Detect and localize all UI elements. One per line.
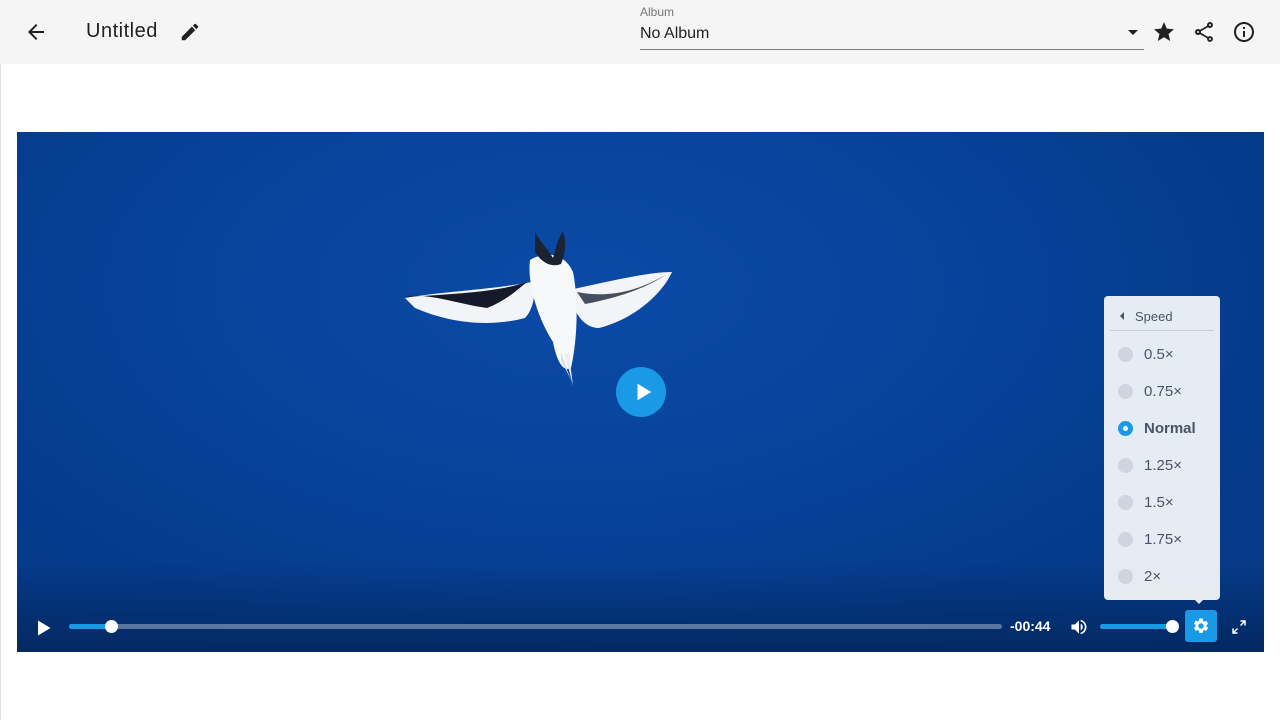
edit-title-button[interactable] [170, 12, 210, 52]
mute-button[interactable] [1066, 614, 1092, 640]
radio-icon [1118, 383, 1133, 399]
favorite-button[interactable] [1144, 12, 1184, 52]
back-button[interactable] [16, 12, 56, 52]
seek-track [69, 624, 1002, 629]
play-icon [637, 383, 651, 401]
seek-thumb[interactable] [104, 620, 118, 633]
fullscreen-icon [1232, 620, 1246, 634]
seek-slider[interactable] [69, 620, 1002, 633]
chevron-left-icon [1120, 312, 1124, 320]
star-icon [1154, 22, 1174, 41]
gear-icon [1193, 618, 1209, 633]
radio-icon [1118, 457, 1133, 473]
play-icon [38, 620, 51, 636]
speed-menu-title: Speed [1135, 308, 1173, 324]
large-play-button[interactable] [616, 367, 666, 417]
speed-option-label: 0.75× [1144, 382, 1182, 400]
radio-icon [1118, 494, 1133, 510]
radio-icon [1118, 531, 1133, 547]
info-icon [1234, 22, 1254, 42]
info-button[interactable] [1224, 12, 1264, 52]
speed-option-label: 1.25× [1144, 456, 1182, 474]
speed-option-2[interactable]: 2× [1110, 561, 1214, 591]
speed-option-label: 0.5× [1144, 345, 1174, 363]
share-button[interactable] [1184, 12, 1224, 52]
volume-slider[interactable] [1100, 620, 1179, 633]
page-divider [0, 64, 1, 720]
play-button[interactable] [29, 614, 57, 642]
page-title: Untitled [86, 20, 158, 42]
fullscreen-button[interactable] [1226, 614, 1252, 640]
radio-icon [1118, 346, 1133, 362]
speed-option-0-5[interactable]: 0.5× [1110, 339, 1214, 369]
speed-option-normal[interactable]: Normal [1110, 413, 1214, 443]
arrow-back-icon [28, 24, 44, 40]
dropdown-caret-icon [1128, 30, 1138, 35]
speed-menu-back[interactable]: Speed [1110, 302, 1214, 331]
video-player[interactable]: Speed 0.5× 0.75× Normal 1.25× 1.5× 1.75× [17, 132, 1264, 652]
share-icon [1195, 22, 1213, 42]
volume-icon [1071, 619, 1087, 635]
speed-option-label: 2× [1144, 567, 1162, 585]
speed-option-label: 1.75× [1144, 530, 1182, 548]
speed-menu: Speed 0.5× 0.75× Normal 1.25× 1.5× 1.75× [1104, 296, 1220, 604]
radio-icon [1118, 568, 1133, 584]
speed-option-1-25[interactable]: 1.25× [1110, 450, 1214, 480]
settings-button[interactable] [1185, 610, 1217, 642]
volume-level [1100, 624, 1173, 629]
top-app-bar: Untitled Album No Album [0, 0, 1280, 64]
radio-checked-icon [1118, 420, 1133, 436]
time-remaining: -00:44 [1010, 618, 1051, 634]
album-label: Album [640, 5, 675, 19]
speed-option-0-75[interactable]: 0.75× [1110, 376, 1214, 406]
album-select[interactable]: Album No Album [640, 4, 1144, 50]
speed-option-label: 1.5× [1144, 493, 1174, 511]
speed-option-1-5[interactable]: 1.5× [1110, 487, 1214, 517]
speed-option-label: Normal [1144, 419, 1196, 437]
bird-image [403, 232, 672, 386]
volume-thumb[interactable] [1166, 620, 1179, 633]
speed-option-1-75[interactable]: 1.75× [1110, 524, 1214, 554]
album-value: No Album [640, 25, 710, 42]
pencil-icon [181, 23, 199, 41]
